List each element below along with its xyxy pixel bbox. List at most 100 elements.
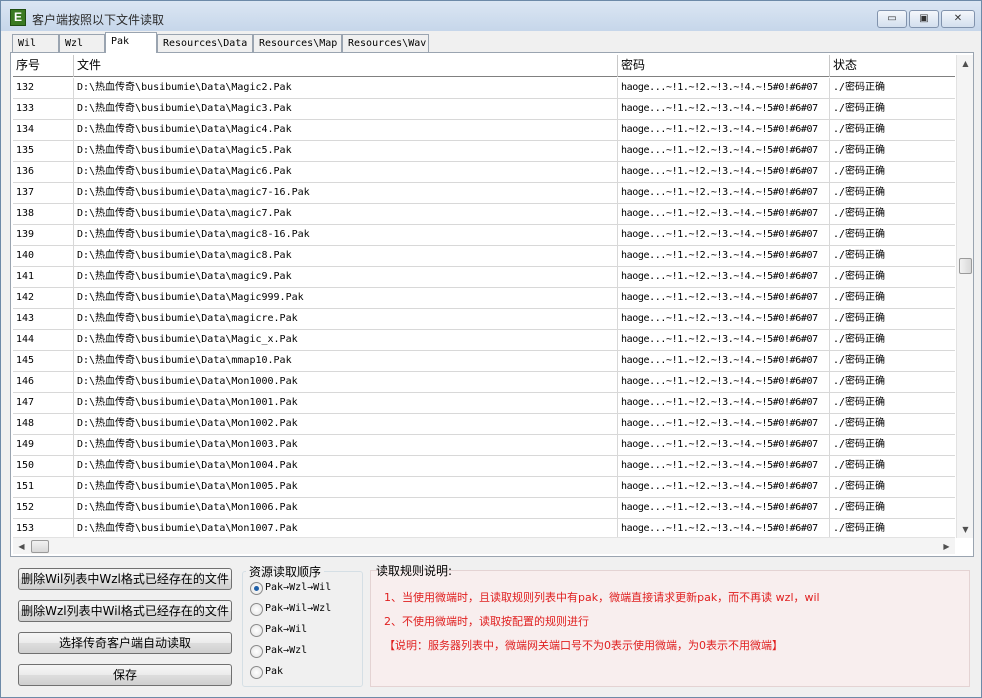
row-index: 139 [13, 225, 74, 245]
table-row[interactable]: 139 D:\热血传奇\busibumie\Data\magic8-16.Pak h… [13, 225, 955, 246]
radio-button[interactable] [250, 645, 263, 658]
row-file-path: D:\热血传奇\busibumie\Data\Magic6.Pak [74, 162, 618, 182]
row-index: 152 [13, 498, 74, 518]
column-header-status[interactable]: 状态 [830, 55, 955, 77]
row-status: ./密码正确 [833, 439, 886, 450]
row-index: 141 [13, 267, 74, 287]
row-status: ./密码正确 [833, 523, 886, 534]
row-status: ./密码正确 [833, 355, 886, 366]
row-password: haoge...~!1.~!2.~!3.~!4.~!5#0!#6#07 [618, 120, 830, 140]
radio-label[interactable]: Pak→Wil [265, 622, 307, 638]
row-password: haoge...~!1.~!2.~!3.~!4.~!5#0!#6#07 [618, 141, 830, 161]
table-row[interactable]: 148 D:\热血传奇\busibumie\Data\Mon1002.Pak hao… [13, 414, 955, 435]
row-password: haoge...~!1.~!2.~!3.~!4.~!5#0!#6#07 [618, 351, 830, 371]
table-row[interactable]: 144 D:\热血传奇\busibumie\Data\Magic_x.Pak hao… [13, 330, 955, 351]
radio-label[interactable]: Pak→Wzl [265, 643, 307, 659]
tab-resources-data[interactable]: Resources\Data [157, 34, 253, 52]
row-password: haoge...~!1.~!2.~!3.~!4.~!5#0!#6#07 [618, 477, 830, 497]
row-index: 134 [13, 120, 74, 140]
table-row[interactable]: 151 D:\热血传奇\busibumie\Data\Mon1005.Pak hao… [13, 477, 955, 498]
column-header-index[interactable]: 序号 [13, 55, 74, 77]
tab-resources-map[interactable]: Resources\Map [253, 34, 342, 52]
row-password: haoge...~!1.~!2.~!3.~!4.~!5#0!#6#07 [618, 414, 830, 434]
row-file-path: D:\热血传奇\busibumie\Data\Magic3.Pak [74, 99, 618, 119]
table-row[interactable]: 137 D:\热血传奇\busibumie\Data\magic7-16.Pak h… [13, 183, 955, 204]
rule-line-2: 2、不使用微端时，读取按配置的规则进行 [384, 615, 589, 628]
tab-wil[interactable]: Wil [12, 34, 59, 52]
radio-button[interactable] [250, 582, 263, 595]
radio-button[interactable] [250, 603, 263, 616]
minimize-button[interactable]: ▭ [877, 10, 907, 28]
rule-note: 【说明：服务器列表中，微端网关端口号不为0表示使用微端，为0表示不用微端】 [384, 639, 783, 652]
table-header: 序号 文件 密码 状态 [13, 55, 955, 77]
row-password: haoge...~!1.~!2.~!3.~!4.~!5#0!#6#07 [618, 78, 830, 98]
maximize-button[interactable]: ▣ [909, 10, 939, 28]
title-bar[interactable]: E 客户端按照以下文件读取 ▭ ▣ ✕ [1, 1, 981, 31]
table-row[interactable]: 140 D:\热血传奇\busibumie\Data\magic8.Pak haog… [13, 246, 955, 267]
row-index: 144 [13, 330, 74, 350]
row-index: 142 [13, 288, 74, 308]
row-file-path: D:\热血传奇\busibumie\Data\Mon1000.Pak [74, 372, 618, 392]
column-header-password[interactable]: 密码 [618, 55, 830, 77]
radio-button[interactable] [250, 624, 263, 637]
horizontal-scrollbar[interactable]: ◀ ▶ [13, 537, 955, 554]
row-file-path: D:\热血传奇\busibumie\Data\magic7-16.Pak [74, 183, 618, 203]
table-row[interactable]: 136 D:\热血传奇\busibumie\Data\Magic6.Pak haog… [13, 162, 955, 183]
row-status: ./密码正确 [833, 187, 886, 198]
tab-wzl[interactable]: Wzl [59, 34, 105, 52]
row-password: haoge...~!1.~!2.~!3.~!4.~!5#0!#6#07 [618, 204, 830, 224]
file-table: 序号 文件 密码 状态 132 D:\热血传奇\busibumie\Data\Ma… [13, 55, 955, 538]
table-row[interactable]: 145 D:\热血传奇\busibumie\Data\mmap10.Pak haog… [13, 351, 955, 372]
auto-read-client-button[interactable]: 选择传奇客户端自动读取 [18, 632, 232, 654]
table-row[interactable]: 152 D:\热血传奇\busibumie\Data\Mon1006.Pak hao… [13, 498, 955, 519]
row-index: 151 [13, 477, 74, 497]
close-button[interactable]: ✕ [941, 10, 975, 28]
table-row[interactable]: 153 D:\热血传奇\busibumie\Data\Mon1007.Pak hao… [13, 519, 955, 538]
row-index: 145 [13, 351, 74, 371]
radio-label[interactable]: Pak [265, 664, 283, 680]
row-file-path: D:\热血传奇\busibumie\Data\Mon1005.Pak [74, 477, 618, 497]
table-row[interactable]: 149 D:\热血传奇\busibumie\Data\Mon1003.Pak hao… [13, 435, 955, 456]
radio-label[interactable]: Pak→Wzl→Wil [265, 580, 331, 596]
row-index: 138 [13, 204, 74, 224]
tab-resources-wav[interactable]: Resources\Wav [342, 34, 429, 52]
tab-pak[interactable]: Pak [105, 32, 157, 53]
row-index: 150 [13, 456, 74, 476]
delete-wzl-duplicates-button[interactable]: 删除Wzl列表中Wil格式已经存在的文件 [18, 600, 232, 622]
pak-tab-panel: 序号 文件 密码 状态 132 D:\热血传奇\busibumie\Data\Ma… [10, 52, 974, 557]
table-row[interactable]: 132 D:\热血传奇\busibumie\Data\Magic2.Pak haog… [13, 78, 955, 99]
table-row[interactable]: 133 D:\热血传奇\busibumie\Data\Magic3.Pak haog… [13, 99, 955, 120]
table-row[interactable]: 147 D:\热血传奇\busibumie\Data\Mon1001.Pak hao… [13, 393, 955, 414]
scroll-down-arrow-icon[interactable]: ▼ [957, 521, 974, 538]
table-row[interactable]: 141 D:\热血传奇\busibumie\Data\magic9.Pak haog… [13, 267, 955, 288]
vertical-scrollbar[interactable]: ▲ ▼ [956, 55, 973, 538]
row-status: ./密码正确 [833, 271, 886, 282]
row-password: haoge...~!1.~!2.~!3.~!4.~!5#0!#6#07 [618, 309, 830, 329]
app-logo-icon: E [10, 9, 26, 26]
table-row[interactable]: 142 D:\热血传奇\busibumie\Data\Magic999.Pak ha… [13, 288, 955, 309]
scroll-right-arrow-icon[interactable]: ▶ [938, 538, 955, 555]
table-row[interactable]: 138 D:\热血传奇\busibumie\Data\magic7.Pak haog… [13, 204, 955, 225]
row-password: haoge...~!1.~!2.~!3.~!4.~!5#0!#6#07 [618, 183, 830, 203]
column-header-file[interactable]: 文件 [74, 55, 618, 77]
row-file-path: D:\热血传奇\busibumie\Data\magicre.Pak [74, 309, 618, 329]
table-row[interactable]: 146 D:\热血传奇\busibumie\Data\Mon1000.Pak hao… [13, 372, 955, 393]
main-window: E 客户端按照以下文件读取 ▭ ▣ ✕ Wil Wzl Pak Resource… [0, 0, 982, 698]
row-password: haoge...~!1.~!2.~!3.~!4.~!5#0!#6#07 [618, 519, 830, 538]
row-file-path: D:\热血传奇\busibumie\Data\Mon1001.Pak [74, 393, 618, 413]
scroll-left-arrow-icon[interactable]: ◀ [13, 538, 30, 555]
vertical-scroll-thumb[interactable] [959, 258, 972, 274]
table-row[interactable]: 143 D:\热血传奇\busibumie\Data\magicre.Pak hao… [13, 309, 955, 330]
scroll-up-arrow-icon[interactable]: ▲ [957, 55, 974, 72]
table-row[interactable]: 135 D:\热血传奇\busibumie\Data\Magic5.Pak haog… [13, 141, 955, 162]
row-password: haoge...~!1.~!2.~!3.~!4.~!5#0!#6#07 [618, 246, 830, 266]
row-password: haoge...~!1.~!2.~!3.~!4.~!5#0!#6#07 [618, 435, 830, 455]
table-row[interactable]: 150 D:\热血传奇\busibumie\Data\Mon1004.Pak hao… [13, 456, 955, 477]
row-status: ./密码正确 [833, 145, 886, 156]
radio-label[interactable]: Pak→Wil→Wzl [265, 601, 331, 617]
horizontal-scroll-thumb[interactable] [31, 540, 49, 553]
save-button[interactable]: 保存 [18, 664, 232, 686]
table-row[interactable]: 134 D:\热血传奇\busibumie\Data\Magic4.Pak haog… [13, 120, 955, 141]
delete-wil-duplicates-button[interactable]: 删除Wil列表中Wzl格式已经存在的文件 [18, 568, 232, 590]
radio-button[interactable] [250, 666, 263, 679]
